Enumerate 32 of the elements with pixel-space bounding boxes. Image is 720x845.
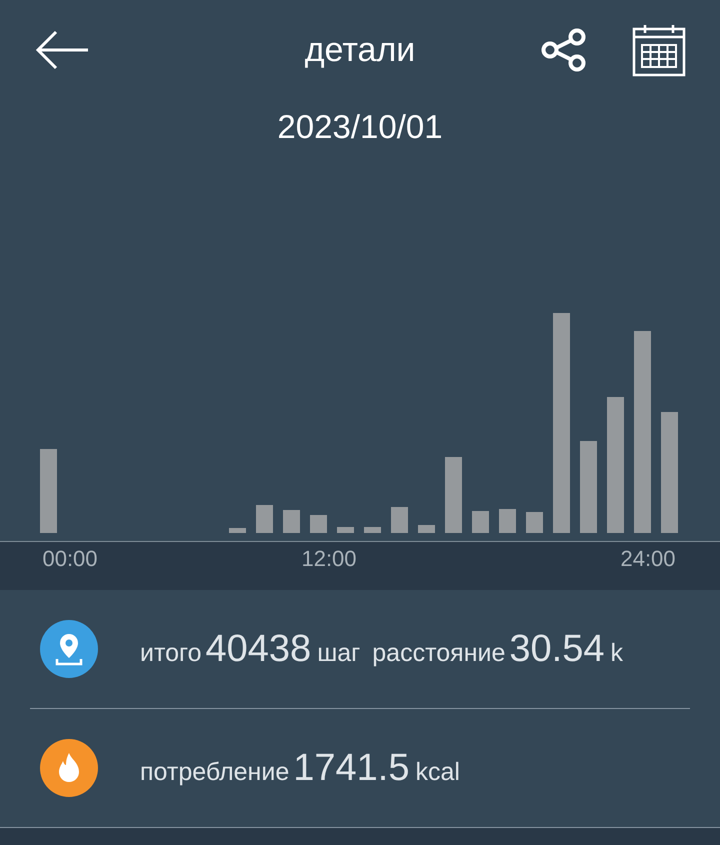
chart-bar [364, 527, 381, 533]
axis-label: 24:00 [620, 546, 676, 572]
chart-bar [526, 512, 543, 533]
chart-bar [256, 505, 273, 533]
share-button[interactable] [540, 26, 588, 74]
chart-bar [283, 510, 300, 533]
axis-label: 00:00 [42, 546, 98, 572]
stat-unit: kcal [415, 758, 460, 786]
axis-label: 12:00 [301, 546, 357, 572]
share-icon [540, 26, 588, 74]
date-label: 2023/10/01 [276, 108, 444, 147]
page-title: детали [304, 30, 416, 70]
stat-unit: k [610, 638, 623, 668]
back-arrow-icon [34, 29, 90, 71]
calendar-button[interactable] [632, 23, 686, 77]
chart-bar [418, 525, 435, 533]
chart-bar [472, 511, 489, 533]
chart-bar [499, 509, 516, 533]
chart-bar [391, 507, 408, 533]
stat-value: 1741.5 [293, 746, 410, 790]
calendar-icon [632, 23, 686, 77]
stat-value: 40438 [206, 628, 312, 670]
stat-label: расстояние [372, 638, 506, 668]
chart-bar [310, 515, 327, 533]
location-pin-icon [54, 632, 84, 666]
chart-bar [337, 527, 354, 533]
stat-value: 30.54 [509, 628, 604, 670]
stat-label: итого [140, 638, 202, 668]
back-button[interactable] [34, 29, 90, 71]
chart-bar [229, 528, 246, 533]
stat-unit: шаг [317, 638, 360, 668]
stat-label: потребление [140, 758, 290, 786]
